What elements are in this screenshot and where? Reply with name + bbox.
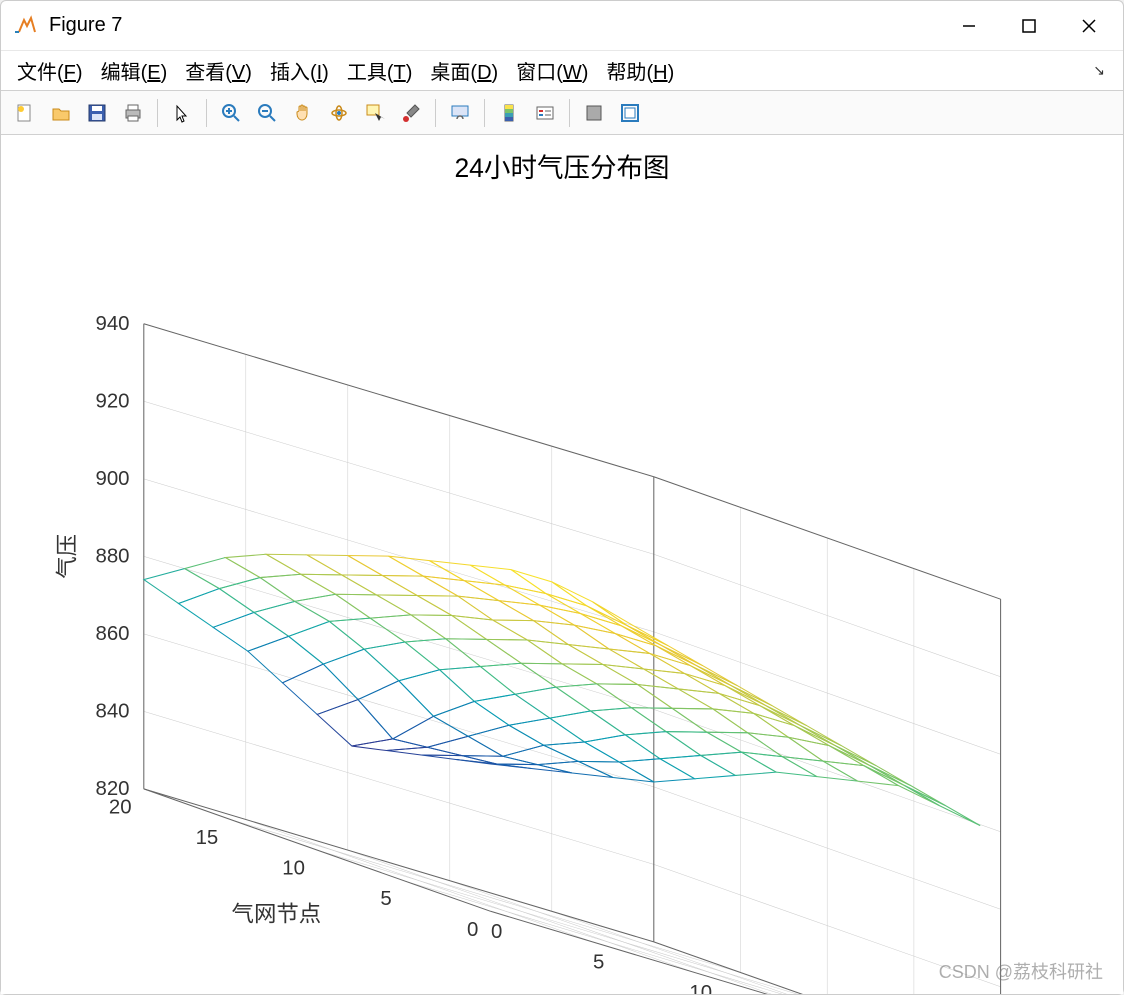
dock-icon[interactable] [614, 97, 646, 129]
svg-text:880: 880 [95, 545, 129, 567]
matlab-icon [11, 12, 39, 40]
svg-text:0: 0 [491, 921, 502, 943]
hide-plot-icon[interactable] [578, 97, 610, 129]
menu-file[interactable]: 文件(F) [13, 54, 87, 87]
menu-tools[interactable]: 工具(T) [343, 54, 417, 87]
save-icon[interactable] [81, 97, 113, 129]
toolbar-separator [569, 99, 570, 127]
menu-insert[interactable]: 插入(I) [266, 54, 333, 87]
toolbar-separator [484, 99, 485, 127]
window-title: Figure 7 [49, 14, 939, 37]
svg-text:0: 0 [467, 919, 478, 941]
svg-text:920: 920 [95, 390, 129, 412]
close-button[interactable] [1059, 2, 1119, 50]
svg-text:24小时气压分布图: 24小时气压分布图 [454, 153, 669, 183]
svg-text:气压: 气压 [54, 534, 79, 579]
svg-text:10: 10 [282, 858, 305, 880]
svg-text:820: 820 [95, 778, 129, 800]
svg-text:940: 940 [95, 313, 129, 335]
toolbar-separator [435, 99, 436, 127]
svg-text:10: 10 [689, 982, 712, 994]
maximize-button[interactable] [999, 2, 1059, 50]
menu-bar: 文件(F) 编辑(E) 查看(V) 插入(I) 工具(T) 桌面(D) 窗口(W… [1, 51, 1123, 91]
pan-icon[interactable] [287, 97, 319, 129]
rotate-3d-icon[interactable] [323, 97, 355, 129]
menu-view[interactable]: 查看(V) [181, 54, 256, 87]
menu-window[interactable]: 窗口(W) [512, 54, 592, 87]
brush-icon[interactable] [395, 97, 427, 129]
svg-text:气网节点: 气网节点 [232, 902, 322, 927]
svg-text:900: 900 [95, 468, 129, 490]
svg-text:5: 5 [593, 951, 604, 973]
menu-desktop[interactable]: 桌面(D) [426, 54, 502, 87]
window-controls [939, 2, 1119, 50]
print-icon[interactable] [117, 97, 149, 129]
new-file-icon[interactable] [9, 97, 41, 129]
pointer-icon[interactable] [166, 97, 198, 129]
plot-area[interactable]: 24小时气压分布图0510152025051015208208408608809… [1, 135, 1123, 994]
svg-text:840: 840 [95, 701, 129, 723]
title-bar: Figure 7 [1, 1, 1123, 51]
data-cursor-icon[interactable] [359, 97, 391, 129]
menu-edit[interactable]: 编辑(E) [97, 54, 172, 87]
watermark: CSDN @荔枝科研社 [939, 958, 1103, 984]
legend-icon[interactable] [529, 97, 561, 129]
surface-chart: 24小时气压分布图0510152025051015208208408608809… [1, 135, 1123, 994]
svg-text:860: 860 [95, 623, 129, 645]
svg-text:5: 5 [380, 888, 391, 910]
minimize-button[interactable] [939, 2, 999, 50]
open-folder-icon[interactable] [45, 97, 77, 129]
toolbar-separator [157, 99, 158, 127]
toolbar [1, 91, 1123, 135]
link-plot-icon[interactable] [444, 97, 476, 129]
svg-text:15: 15 [196, 827, 219, 849]
figure-window: Figure 7 文件(F) 编辑(E) 查看(V) 插入(I) 工具(T) 桌… [0, 0, 1124, 995]
zoom-in-icon[interactable] [215, 97, 247, 129]
zoom-out-icon[interactable] [251, 97, 283, 129]
menu-help[interactable]: 帮助(H) [602, 54, 678, 87]
undock-arrow-icon[interactable]: ↘ [1093, 62, 1111, 79]
colorbar-icon[interactable] [493, 97, 525, 129]
toolbar-separator [206, 99, 207, 127]
